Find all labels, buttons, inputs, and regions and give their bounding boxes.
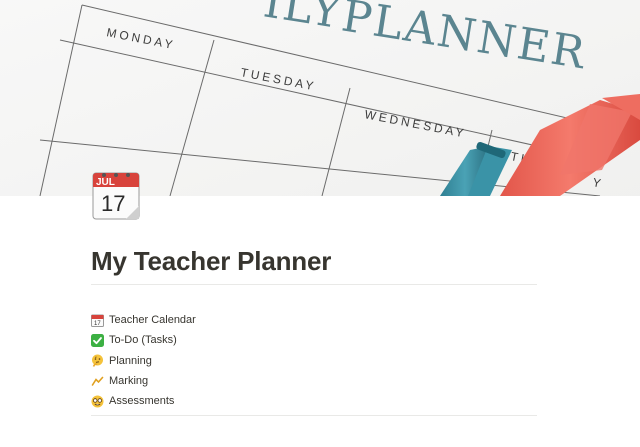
thinking-face-icon bbox=[91, 354, 104, 368]
calendar-icon: JUL 17 bbox=[92, 172, 140, 220]
page-link-planning[interactable]: Planning bbox=[91, 351, 537, 371]
link-label: To-Do (Tasks) bbox=[109, 334, 177, 347]
page-link-to-do[interactable]: To-Do (Tasks) bbox=[91, 330, 537, 350]
calendar-month: JUL bbox=[96, 177, 115, 188]
calendar-day: 17 bbox=[101, 191, 125, 216]
page-icon-calendar[interactable]: JUL 17 bbox=[92, 170, 140, 220]
title-divider bbox=[91, 284, 537, 285]
page-title[interactable]: My Teacher Planner bbox=[91, 246, 331, 277]
link-label: Planning bbox=[109, 354, 152, 367]
page-link-list: 17 Teacher Calendar To-Do (Tasks) Planni… bbox=[91, 310, 537, 411]
nerd-face-icon bbox=[91, 395, 104, 408]
check-mark-icon bbox=[91, 333, 104, 347]
marker-icon bbox=[91, 375, 104, 388]
content-divider bbox=[91, 415, 537, 416]
page-link-assessments[interactable]: Assessments bbox=[91, 391, 537, 411]
svg-text:17: 17 bbox=[94, 321, 101, 327]
page-link-marking[interactable]: Marking bbox=[91, 371, 537, 391]
calendar-icon: 17 bbox=[91, 314, 104, 327]
cover-image: ILY PLANNER MONDAY TUESDAY WEDNESDAY TH … bbox=[0, 0, 640, 196]
link-label: Marking bbox=[109, 375, 149, 388]
page-link-teacher-calendar[interactable]: 17 Teacher Calendar bbox=[91, 310, 537, 330]
link-label: Assessments bbox=[109, 395, 175, 408]
link-label: Teacher Calendar bbox=[109, 314, 196, 327]
